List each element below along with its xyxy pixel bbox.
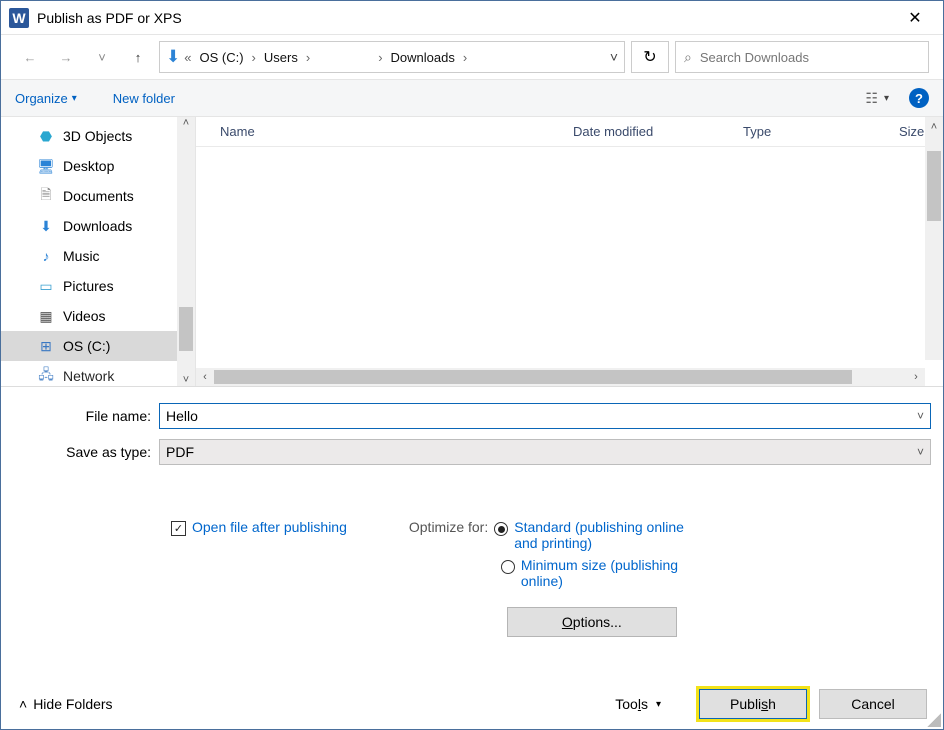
view-icon: ☷ (865, 90, 878, 107)
tree-item-desktop[interactable]: 🖥Desktop (1, 151, 195, 181)
column-type[interactable]: Type (733, 124, 889, 139)
folder-tree[interactable]: ⬣3D Objects 🖥Desktop 🗎Documents ⬇Downloa… (1, 117, 195, 386)
music-icon: ♪ (37, 248, 55, 264)
crumb-os[interactable]: OS (C:) (195, 46, 247, 69)
filename-label: File name: (13, 408, 159, 424)
location-icon: ⬇ (166, 47, 180, 67)
hide-folders-toggle[interactable]: ˄ Hide Folders (19, 696, 113, 712)
saveastype-label: Save as type: (13, 444, 159, 460)
crumb-hidden[interactable] (314, 53, 374, 61)
saveastype-select[interactable]: PDF ˅ (159, 439, 931, 465)
file-list[interactable]: Name Date modified Type Size ˄ ‹ › (195, 117, 943, 386)
scroll-up-icon[interactable]: ˄ (931, 121, 937, 133)
scroll-left-icon[interactable]: ‹ (196, 371, 214, 383)
address-history-dropdown[interactable]: ˅ (610, 49, 618, 65)
radio-minimum[interactable] (501, 560, 515, 574)
tools-menu[interactable]: Tools ▾ (615, 696, 661, 712)
new-folder-button[interactable]: New folder (113, 91, 175, 106)
checkbox-icon: ✓ (171, 521, 186, 536)
column-name[interactable]: Name (196, 124, 563, 139)
options-btn-rest: ptions... (573, 614, 622, 630)
radio-standard-label[interactable]: Standard (publishing online and printing… (514, 519, 694, 551)
crumb-users[interactable]: Users (260, 46, 302, 69)
filename-dropdown-icon[interactable]: ˅ (917, 409, 924, 423)
desktop-icon: 🖥 (37, 158, 55, 175)
options-button[interactable]: Options... (507, 607, 677, 637)
sidebar-scroll-thumb[interactable] (179, 307, 193, 351)
tree-item-downloads[interactable]: ⬇Downloads (1, 211, 195, 241)
saveastype-dropdown-icon[interactable]: ˅ (917, 445, 924, 459)
documents-icon: 🗎 (37, 184, 55, 208)
drive-icon: ⊞ (37, 338, 55, 355)
filelist-hscroll-thumb[interactable] (214, 370, 852, 384)
window-title: Publish as PDF or XPS (37, 10, 182, 26)
resize-grip[interactable] (927, 713, 941, 727)
cancel-button[interactable]: Cancel (819, 689, 927, 719)
videos-icon: ▦ (37, 308, 55, 325)
3d-objects-icon: ⬣ (37, 128, 55, 145)
forward-button[interactable]: → (51, 42, 81, 72)
filename-input[interactable]: Hello ˅ (159, 403, 931, 429)
recent-dropdown[interactable]: ˅ (87, 42, 117, 72)
radio-minimum-label[interactable]: Minimum size (publishing online) (521, 557, 701, 589)
tree-item-pictures[interactable]: ▭Pictures (1, 271, 195, 301)
word-app-icon: W (9, 8, 29, 28)
crumb-downloads[interactable]: Downloads (387, 46, 459, 69)
crumb-overflow[interactable]: « (184, 50, 191, 65)
chevron-up-icon: ˄ (19, 696, 27, 712)
tree-item-network[interactable]: 🖧Network (1, 361, 195, 386)
back-button[interactable]: ← (15, 42, 45, 72)
tree-item-3d-objects[interactable]: ⬣3D Objects (1, 121, 195, 151)
chevron-right-icon[interactable]: › (378, 50, 382, 65)
scroll-down-icon[interactable]: ˅ (183, 374, 189, 386)
tree-item-music[interactable]: ♪Music (1, 241, 195, 271)
optimize-for-label: Optimize for: (409, 519, 488, 535)
scroll-up-icon[interactable]: ˄ (183, 117, 189, 129)
close-button[interactable]: ✕ (893, 3, 937, 33)
chevron-right-icon[interactable]: › (252, 50, 256, 65)
chevron-right-icon[interactable]: › (463, 50, 467, 65)
chevron-right-icon[interactable]: › (306, 50, 310, 65)
address-bar[interactable]: ⬇ « OS (C:) › Users › › Downloads › ˅ (159, 41, 625, 73)
network-icon: 🖧 (37, 364, 55, 386)
filelist-vscroll-thumb[interactable] (927, 151, 941, 221)
tree-item-os-drive[interactable]: ⊞OS (C:) (1, 331, 195, 361)
column-date[interactable]: Date modified (563, 124, 733, 139)
publish-button[interactable]: Publish (699, 689, 807, 719)
tree-item-documents[interactable]: 🗎Documents (1, 181, 195, 211)
up-button[interactable]: ↑ (123, 42, 153, 72)
organize-menu[interactable]: Organize▾ (15, 91, 77, 106)
view-options[interactable]: ☷ ▾ (865, 90, 889, 107)
pictures-icon: ▭ (37, 278, 55, 295)
radio-standard[interactable] (494, 522, 508, 536)
scroll-right-icon[interactable]: › (907, 371, 925, 383)
open-after-publishing-checkbox[interactable]: ✓ Open file after publishing (171, 519, 347, 637)
tree-item-videos[interactable]: ▦Videos (1, 301, 195, 331)
search-placeholder: Search Downloads (700, 50, 809, 65)
filelist-hscrollbar[interactable]: ‹ › (196, 368, 925, 386)
downloads-icon: ⬇ (37, 218, 55, 235)
file-list-area[interactable] (196, 147, 943, 361)
refresh-button[interactable]: ↻ (631, 41, 669, 73)
help-button[interactable]: ? (909, 88, 929, 108)
search-icon: ⌕ (684, 49, 692, 66)
search-input[interactable]: ⌕ Search Downloads (675, 41, 929, 73)
